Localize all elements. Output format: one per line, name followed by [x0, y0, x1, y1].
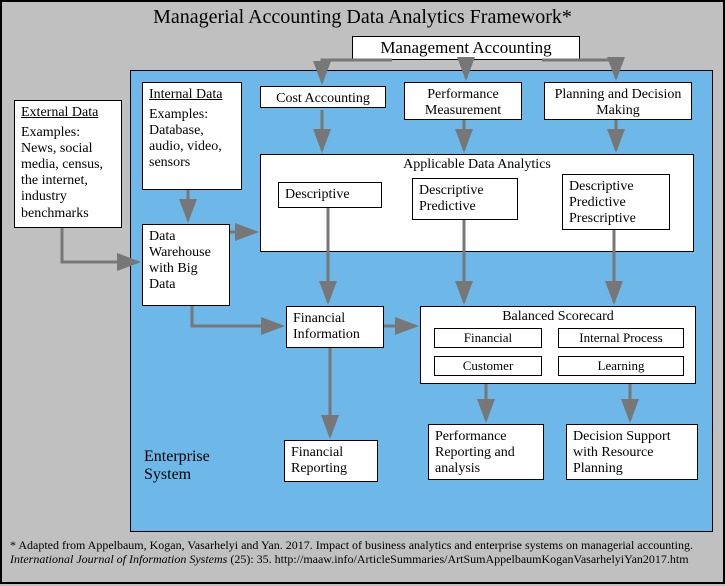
ada-title: Applicable Data Analytics — [261, 157, 693, 173]
performance-measurement-box: Performance Measurement — [404, 82, 522, 120]
internal-data-header: Internal Data — [149, 87, 235, 103]
diagram-canvas: Managerial Accounting Data Analytics Fra… — [0, 0, 725, 584]
footnote-post: (25): 35. http://maaw.info/ArticleSummar… — [227, 552, 688, 566]
performance-reporting-box: Performance Reporting and analysis — [428, 424, 544, 480]
bsc-learning: Learning — [558, 356, 684, 376]
cost-accounting-box: Cost Accounting — [260, 86, 386, 108]
bsc-title: Balanced Scorecard — [421, 309, 695, 325]
financial-information-box: Financial Information — [286, 306, 384, 348]
ada-descriptive-predictive-prescriptive-box: Descriptive Predictive Prescriptive — [562, 174, 670, 230]
external-data-header: External Data — [21, 105, 115, 121]
footnote-pre: * Adapted from Appelbaum, Kogan, Vasarhe… — [10, 538, 693, 552]
data-warehouse-box: Data Warehouse with Big Data — [142, 224, 230, 306]
external-data-box: External Data Examples: News, social med… — [14, 100, 122, 228]
bsc-internal-process: Internal Process — [558, 328, 684, 348]
enterprise-label-2: System — [144, 466, 191, 484]
enterprise-label-1: Enterprise — [144, 448, 210, 466]
internal-data-body: Examples: Database, audio, video, sensor… — [149, 107, 235, 171]
external-data-body: Examples: News, social media, census, th… — [21, 125, 115, 222]
footnote: * Adapted from Appelbaum, Kogan, Vasarhe… — [10, 538, 718, 567]
financial-reporting-box: Financial Reporting — [284, 440, 378, 482]
planning-decision-box: Planning and Decision Making — [544, 82, 692, 120]
diagram-title: Managerial Accounting Data Analytics Fra… — [2, 6, 723, 29]
bsc-financial: Financial — [434, 328, 542, 348]
ada-descriptive-predictive-box: Descriptive Predictive — [412, 178, 518, 220]
internal-data-box: Internal Data Examples: Database, audio,… — [142, 82, 242, 190]
bsc-customer: Customer — [434, 356, 542, 376]
decision-support-box: Decision Support with Resource Planning — [566, 424, 698, 480]
footnote-italic: International Journal of Information Sys… — [10, 552, 227, 566]
ada-descriptive-box: Descriptive — [278, 182, 382, 208]
management-accounting-box: Management Accounting — [352, 36, 580, 60]
